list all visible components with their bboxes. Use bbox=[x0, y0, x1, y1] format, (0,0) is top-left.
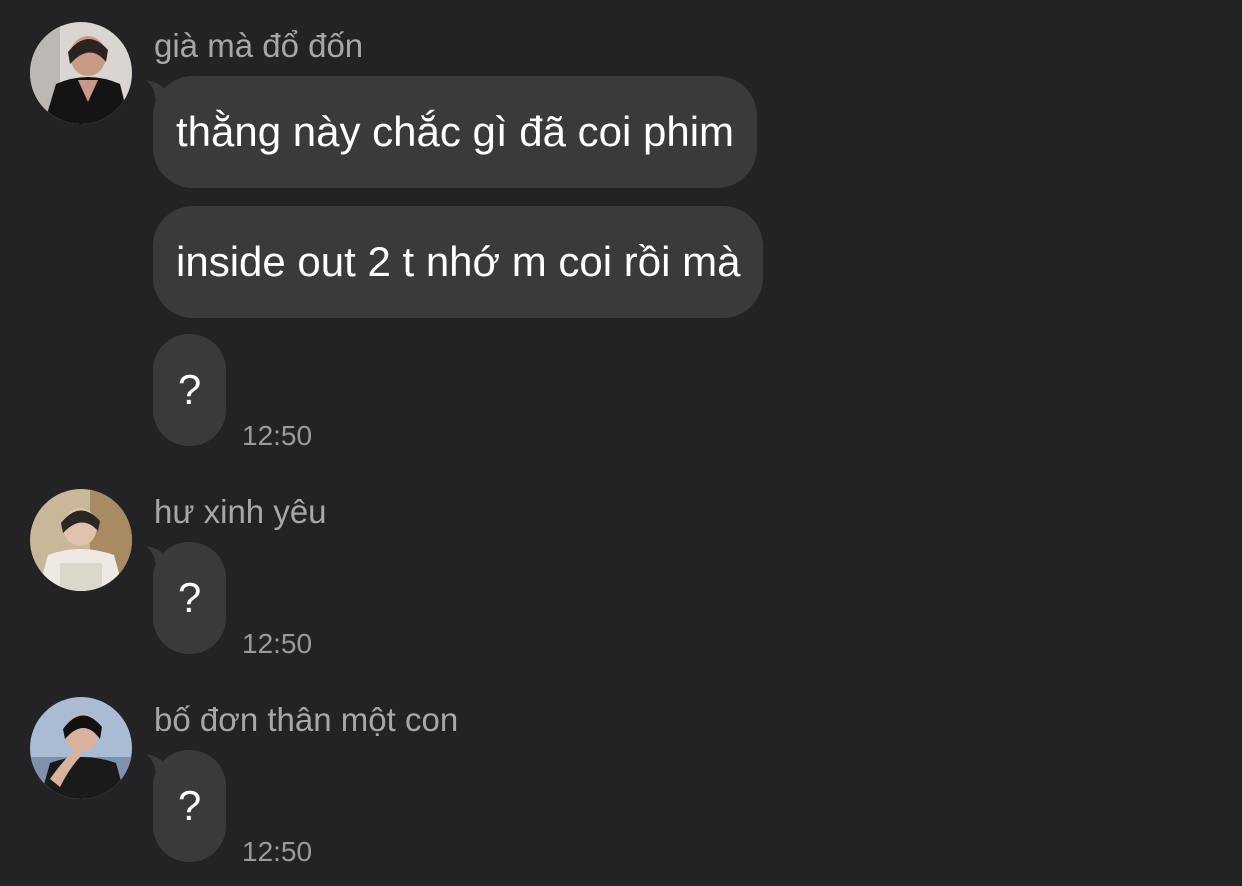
avatar[interactable] bbox=[30, 22, 132, 124]
profile-photo-icon bbox=[30, 22, 132, 124]
message-bubble[interactable]: ? bbox=[153, 334, 226, 446]
message-bubble[interactable]: inside out 2 t nhớ m coi rồi mà bbox=[153, 206, 764, 318]
message-text: ? bbox=[177, 574, 202, 621]
message-timestamp: 12:50 bbox=[242, 420, 313, 451]
message-bubble[interactable]: ? bbox=[153, 542, 226, 654]
sender-name: bố đơn thân một con bbox=[154, 701, 459, 738]
message-bubble[interactable]: thằng này chắc gì đã coi phim bbox=[153, 76, 758, 188]
profile-photo-icon bbox=[30, 489, 132, 591]
message-text: thằng này chắc gì đã coi phim bbox=[176, 108, 735, 155]
avatar[interactable] bbox=[30, 697, 132, 799]
message-text: ? bbox=[177, 366, 202, 413]
message-text: ? bbox=[177, 782, 202, 829]
sender-name: già mà đổ đốn bbox=[154, 27, 364, 64]
profile-photo-icon bbox=[30, 697, 132, 799]
chat-thread: già mà đổ đốn thằng này chắc gì đã coi p… bbox=[0, 0, 1242, 886]
message-timestamp: 12:50 bbox=[242, 836, 313, 867]
avatar[interactable] bbox=[30, 489, 132, 591]
sender-name: hư xinh yêu bbox=[154, 493, 327, 530]
message-bubble[interactable]: ? bbox=[153, 750, 226, 862]
message-text: inside out 2 t nhớ m coi rồi mà bbox=[176, 238, 741, 285]
message-timestamp: 12:50 bbox=[242, 628, 313, 659]
